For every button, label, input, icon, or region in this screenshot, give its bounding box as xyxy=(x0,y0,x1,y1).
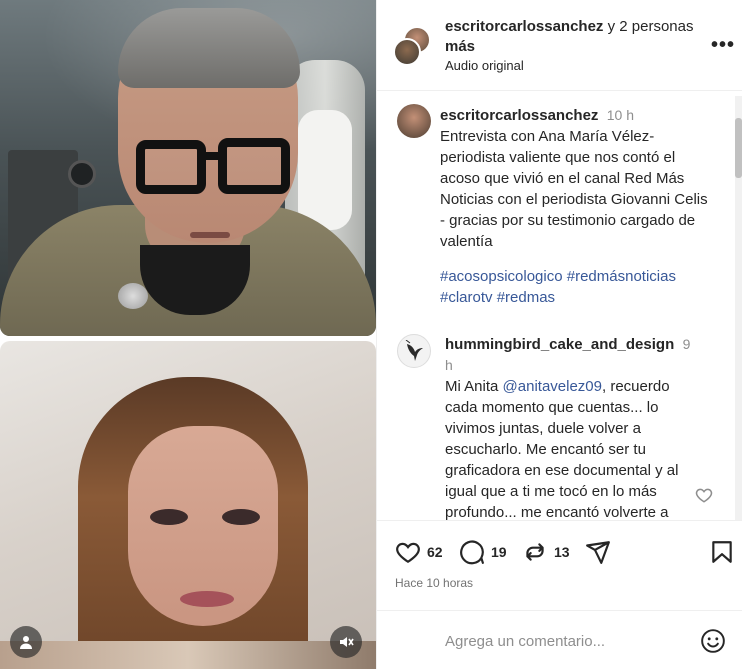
author-username[interactable]: escritorcarlossanchez xyxy=(445,18,603,35)
emoji-icon[interactable] xyxy=(700,628,726,654)
coauthors-tail[interactable]: más xyxy=(445,38,475,55)
add-comment-bar xyxy=(377,610,742,669)
caption-hashtags[interactable]: #acosopsicologico #redmásnoticias #claro… xyxy=(440,266,710,308)
comment-button[interactable]: 19 xyxy=(459,539,507,565)
comment-text: Entrevista con Ana María Vélez- periodis… xyxy=(440,128,708,250)
more-options-button[interactable]: ••• xyxy=(711,34,735,57)
more-horizontal-icon: ••• xyxy=(711,34,736,56)
comment-text: , recuerdo cada momento que cuentas... l… xyxy=(445,378,679,520)
comment-count: 19 xyxy=(491,544,507,560)
video-feed-guest[interactable] xyxy=(0,341,376,669)
hummingbird-icon xyxy=(405,340,423,361)
repost-button[interactable]: 13 xyxy=(522,539,570,565)
comment-input[interactable] xyxy=(445,629,685,653)
comment: hummingbird_cake_and_design 9 h Mi Anita… xyxy=(445,334,700,520)
comment-prefix: Mi Anita xyxy=(445,378,503,395)
user-icon xyxy=(20,636,32,649)
speaker-muted-icon xyxy=(340,637,354,647)
repost-icon xyxy=(526,543,544,561)
comments-list: escritorcarlossanchez 10 h Entrevista co… xyxy=(377,92,742,520)
comment-username[interactable]: hummingbird_cake_and_design xyxy=(445,336,674,353)
coauthors-text[interactable]: y 2 personas xyxy=(608,18,694,35)
post-actions: 62 19 13 Hace 10 horas xyxy=(377,520,742,610)
video-feed-host[interactable] xyxy=(0,0,376,336)
lapel-mic xyxy=(118,283,148,309)
like-count: 62 xyxy=(427,544,443,560)
comment-mention[interactable]: @anitavelez09 xyxy=(503,378,602,395)
comment-bubble-icon xyxy=(460,540,484,565)
save-button[interactable] xyxy=(709,539,741,565)
post-sidebar: escritorcarlossanchez y 2 personas más A… xyxy=(376,0,742,669)
paper-plane-icon xyxy=(586,541,610,564)
comment-time: 10 h xyxy=(606,107,635,123)
tagged-users-button[interactable] xyxy=(10,626,42,658)
post-header: escritorcarlossanchez y 2 personas más A… xyxy=(377,0,742,91)
caption: escritorcarlossanchez 10 h Entrevista co… xyxy=(440,105,710,252)
like-comment-icon[interactable] xyxy=(695,486,713,504)
heart-icon xyxy=(396,542,420,564)
audio-label[interactable]: Audio original xyxy=(445,58,524,73)
avatar[interactable] xyxy=(397,104,431,138)
bookmark-icon xyxy=(712,541,732,563)
like-button[interactable]: 62 xyxy=(395,539,443,565)
video-area xyxy=(0,0,376,669)
mute-button[interactable] xyxy=(330,626,362,658)
comment-username[interactable]: escritorcarlossanchez xyxy=(440,107,598,124)
share-button[interactable] xyxy=(585,539,617,565)
scrollbar-thumb[interactable] xyxy=(735,118,742,178)
post-authors[interactable]: escritorcarlossanchez y 2 personas más xyxy=(445,17,695,57)
post-timestamp: Hace 10 horas xyxy=(395,576,474,590)
avatar xyxy=(393,38,421,66)
collab-avatars[interactable] xyxy=(393,26,433,66)
repost-count: 13 xyxy=(554,544,570,560)
